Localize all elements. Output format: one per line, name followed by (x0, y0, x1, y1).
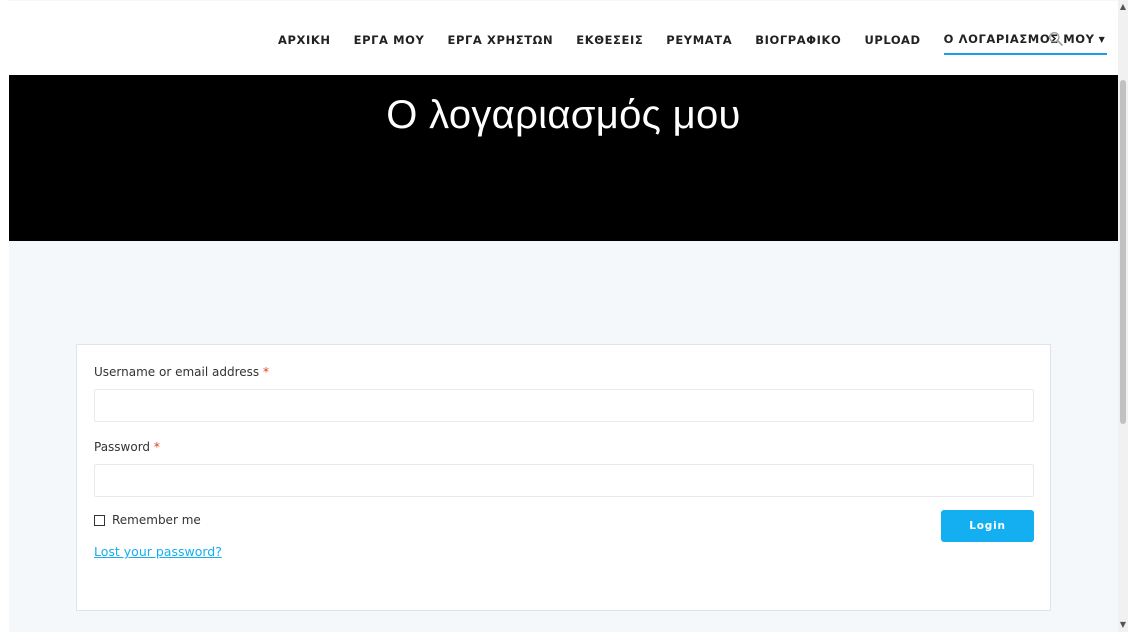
remember-me-checkbox[interactable] (94, 514, 105, 526)
scrollbar[interactable]: ▲ ▼ (1118, 0, 1128, 632)
login-form: Username or email address * Password * R… (76, 344, 1051, 611)
nav-item-my-account-label: Ο ΛΟΓΑΡΙΑΣΜΟΣ ΜΟΥ (943, 32, 1095, 46)
nav-item-biography[interactable]: ΒΙΟΓΡΑΦΙΚΟ (755, 32, 841, 48)
username-label: Username or email address * (94, 365, 269, 379)
page-hero: Ο λογαριασμός μου (9, 75, 1118, 241)
nav-item-user-works[interactable]: ΕΡΓΑ ΧΡΗΣΤΩΝ (448, 32, 554, 48)
nav-item-home[interactable]: ΑΡΧΙΚΗ (278, 32, 331, 48)
username-field[interactable] (94, 389, 1034, 422)
nav-item-my-account[interactable]: Ο ΛΟΓΑΡΙΑΣΜΟΣ ΜΟΥ ▼ (943, 31, 1108, 55)
username-label-text: Username or email address (94, 365, 260, 379)
left-edge (0, 0, 9, 632)
scroll-up-arrow-icon[interactable]: ▲ (1119, 2, 1127, 12)
nav-item-my-works[interactable]: ΕΡΓΑ ΜΟΥ (354, 32, 425, 48)
main-nav: ΑΡΧΙΚΗ ΕΡΓΑ ΜΟΥ ΕΡΓΑ ΧΡΗΣΤΩΝ ΕΚΘΕΣΕΙΣ ΡΕ… (278, 31, 1118, 55)
login-button[interactable]: Login (941, 510, 1034, 542)
site-header: ΑΡΧΙΚΗ ΕΡΓΑ ΜΟΥ ΕΡΓΑ ΧΡΗΣΤΩΝ ΕΚΘΕΣΕΙΣ ΡΕ… (9, 1, 1118, 75)
remember-me-label: Remember me (112, 513, 201, 527)
scroll-down-arrow-icon[interactable]: ▼ (1119, 620, 1127, 630)
nav-item-movements[interactable]: ΡΕΥΜΑΤΑ (666, 32, 732, 48)
password-field[interactable] (94, 464, 1034, 497)
nav-item-exhibitions[interactable]: ΕΚΘΕΣΕΙΣ (576, 32, 643, 48)
required-marker: * (262, 365, 269, 379)
caret-down-icon: ▼ (1098, 35, 1106, 44)
search-icon[interactable] (1048, 31, 1064, 47)
remember-me[interactable]: Remember me (94, 513, 201, 527)
password-label-text: Password (94, 440, 151, 454)
password-label: Password * (94, 440, 160, 454)
lost-password-link[interactable]: Lost your password? (94, 544, 222, 559)
page: ΑΡΧΙΚΗ ΕΡΓΑ ΜΟΥ ΕΡΓΑ ΧΡΗΣΤΩΝ ΕΚΘΕΣΕΙΣ ΡΕ… (0, 0, 1118, 632)
required-marker: * (153, 440, 160, 454)
scrollbar-thumb[interactable] (1120, 80, 1126, 424)
page-title: Ο λογαριασμός μου (386, 93, 741, 137)
nav-item-upload[interactable]: UPLOAD (864, 32, 920, 48)
